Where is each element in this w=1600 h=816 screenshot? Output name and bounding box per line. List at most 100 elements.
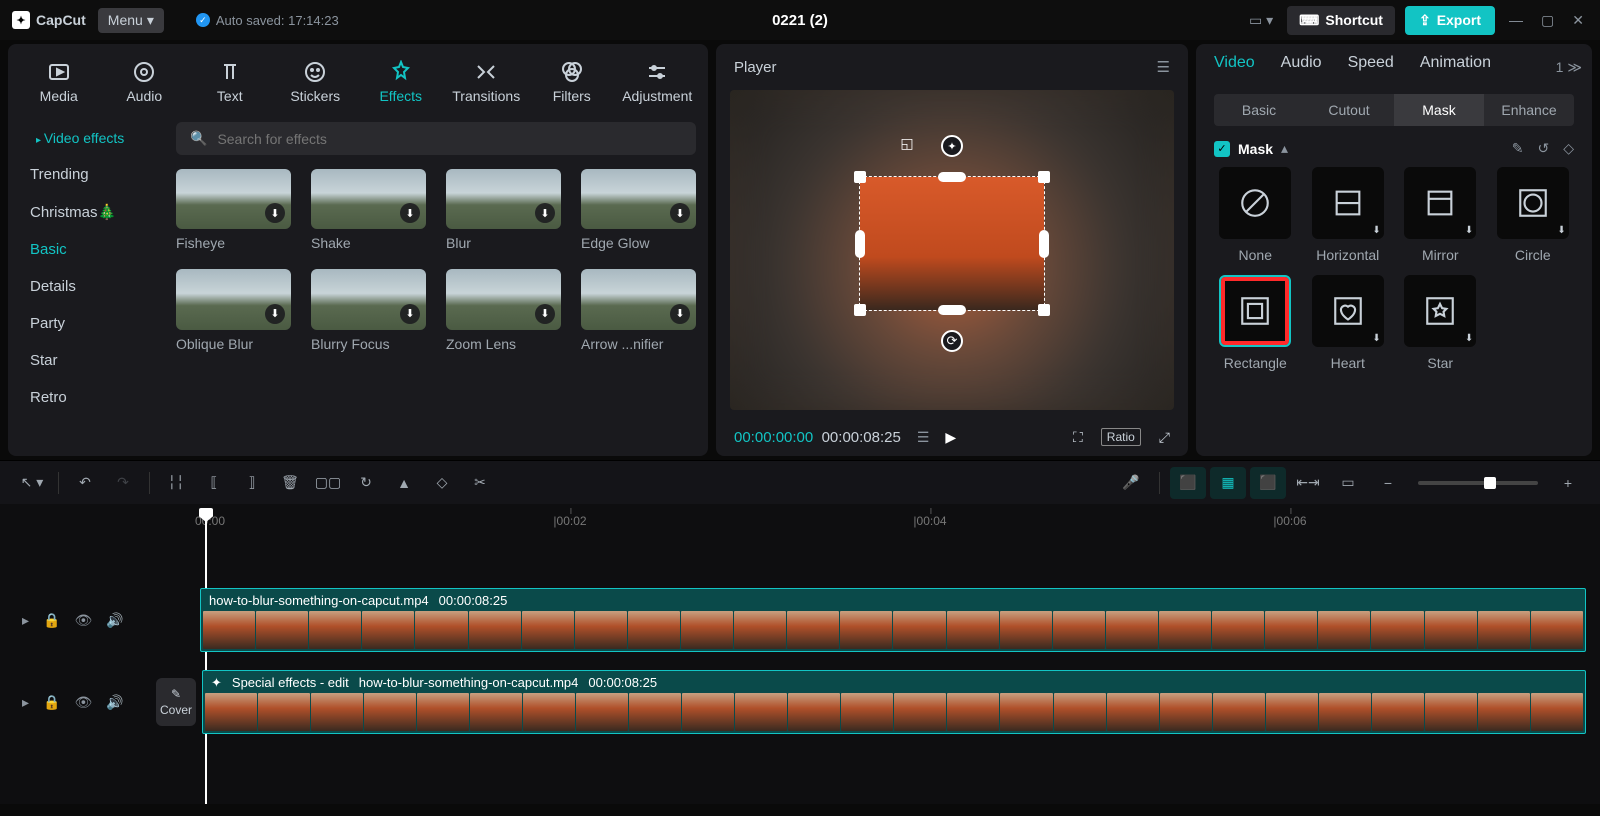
mask-mirror[interactable]: ⬇Mirror <box>1399 167 1482 263</box>
handle-left[interactable] <box>855 230 865 258</box>
lock-icon[interactable]: 🔒 <box>43 612 60 629</box>
magnet-button[interactable]: ⬛ <box>1170 467 1206 499</box>
effect-fisheye[interactable]: Fisheye <box>176 169 291 251</box>
search-effects[interactable]: 🔍 <box>176 122 696 155</box>
tab-audio[interactable]: Audio <box>102 52 188 112</box>
eye-icon[interactable]: 👁 <box>74 612 92 629</box>
mask-heart[interactable]: ⬇Heart <box>1307 275 1390 371</box>
clip-effect[interactable]: ✦Special effects - edithow-to-blur-somet… <box>202 670 1586 734</box>
close-button[interactable]: ✕ <box>1568 8 1588 33</box>
seg-basic[interactable]: Basic <box>1214 94 1304 126</box>
mask-none[interactable]: None <box>1214 167 1297 263</box>
zoom-out-button[interactable]: − <box>1370 467 1406 499</box>
redo-button[interactable]: ↷ <box>105 467 141 499</box>
edit-icon[interactable]: ✎ <box>1512 140 1524 157</box>
trim-right-button[interactable]: ⟧ <box>234 467 270 499</box>
collapse-icon[interactable]: ▴ <box>1281 140 1288 157</box>
mirror-button[interactable]: ▲ <box>386 467 422 499</box>
handle-right[interactable] <box>1039 230 1049 258</box>
zoom-slider[interactable] <box>1418 481 1538 485</box>
effect-shake[interactable]: Shake <box>311 169 426 251</box>
player-menu-icon[interactable]: ☰ <box>1157 58 1170 76</box>
select-tool[interactable]: ↖ ▾ <box>14 467 50 499</box>
tab-stickers[interactable]: Stickers <box>273 52 359 112</box>
preview-canvas[interactable]: ◱ ✦ ⟳ <box>730 90 1174 410</box>
seg-enhance[interactable]: Enhance <box>1484 94 1574 126</box>
handle-tl[interactable] <box>854 171 866 183</box>
cat-retro[interactable]: Retro <box>8 379 164 416</box>
shortcut-button[interactable]: ⌨ Shortcut <box>1287 6 1395 35</box>
fullscreen-icon[interactable]: ⤢ <box>1159 429 1170 446</box>
menu-button[interactable]: Menu ▾ <box>98 8 164 33</box>
seg-mask[interactable]: Mask <box>1394 94 1484 126</box>
cat-christmas[interactable]: Christmas🎄 <box>8 193 164 231</box>
speed-button[interactable]: ↻ <box>348 467 384 499</box>
mask-horizontal[interactable]: ⬇Horizontal <box>1307 167 1390 263</box>
list-icon[interactable]: ☰ <box>917 429 930 446</box>
mask-selection[interactable]: ◱ ✦ ⟳ <box>859 176 1045 310</box>
reset-icon[interactable]: ↺ <box>1537 140 1549 157</box>
cat-star[interactable]: Star <box>8 342 164 379</box>
rotate-button[interactable]: ◇ <box>424 467 460 499</box>
preview-mode[interactable]: ▭ <box>1330 467 1366 499</box>
tab-video[interactable]: Video <box>1214 54 1255 80</box>
align-button[interactable]: ⇤⇥ <box>1290 467 1326 499</box>
ratio-button[interactable]: Ratio <box>1101 428 1141 446</box>
mask-circle[interactable]: ⬇Circle <box>1492 167 1575 263</box>
lock-icon[interactable]: 🔒 <box>43 694 60 711</box>
effect-zoom-lens[interactable]: Zoom Lens <box>446 269 561 351</box>
tab-media[interactable]: Media <box>16 52 102 112</box>
tab-animation[interactable]: Animation <box>1420 54 1491 80</box>
minimize-button[interactable]: — <box>1505 8 1527 32</box>
maximize-button[interactable]: ▢ <box>1537 8 1558 33</box>
timeline[interactable]: 00:00 |00:02 |00:04 |00:06 ▸ 🔒 👁 🔊 how-t… <box>0 504 1600 804</box>
mask-rectangle[interactable]: Rectangle <box>1214 275 1297 371</box>
undo-button[interactable]: ↶ <box>67 467 103 499</box>
tab-audio-insp[interactable]: Audio <box>1281 54 1322 80</box>
track-expand-icon[interactable]: ▸ <box>22 694 29 711</box>
handle-top[interactable] <box>938 172 966 182</box>
mask-star[interactable]: ⬇Star <box>1399 275 1482 371</box>
link-button[interactable]: ▦ <box>1210 467 1246 499</box>
export-button[interactable]: ⇪ Export <box>1405 6 1495 35</box>
tab-speed[interactable]: Speed <box>1348 54 1394 80</box>
duplicate-button[interactable]: ▢▢ <box>310 467 346 499</box>
effect-blur[interactable]: Blur <box>446 169 561 251</box>
handle-bl[interactable] <box>854 304 866 316</box>
keyframe-icon[interactable]: ◇ <box>1563 140 1574 157</box>
trim-left-button[interactable]: ⟦ <box>196 467 232 499</box>
clip-main[interactable]: how-to-blur-something-on-capcut.mp400:00… <box>200 588 1586 652</box>
cat-details[interactable]: Details <box>8 268 164 305</box>
crop-button[interactable]: ✂ <box>462 467 498 499</box>
mask-enabled-checkbox[interactable]: ✓ <box>1214 141 1230 157</box>
cat-basic[interactable]: Basic <box>8 231 164 268</box>
cover-button[interactable]: ✎ Cover <box>156 678 196 726</box>
tab-adjustment[interactable]: Adjustment <box>615 52 701 112</box>
tab-effects[interactable]: Effects <box>358 52 444 112</box>
focus-icon[interactable]: ⛶ <box>1073 429 1083 446</box>
tab-transitions[interactable]: Transitions <box>444 52 530 112</box>
mute-icon[interactable]: 🔊 <box>106 694 123 711</box>
seg-cutout[interactable]: Cutout <box>1304 94 1394 126</box>
mic-button[interactable]: 🎤 <box>1113 467 1149 499</box>
tabs-more[interactable]: 1 ≫ <box>1556 59 1582 76</box>
tab-text[interactable]: Text <box>187 52 273 112</box>
cat-trending[interactable]: Trending <box>8 156 164 193</box>
handle-bottom[interactable] <box>938 305 966 315</box>
layout-button[interactable]: ▭ ▾ <box>1245 8 1277 33</box>
effect-arrow-magnifier[interactable]: Arrow ...nifier <box>581 269 696 351</box>
track-expand-icon[interactable]: ▸ <box>22 612 29 629</box>
split-button[interactable]: ╎╎ <box>158 467 194 499</box>
handle-br[interactable] <box>1038 304 1050 316</box>
eye-icon[interactable]: 👁 <box>74 694 92 711</box>
feather-icon[interactable]: ✦ <box>941 135 963 157</box>
rotate-icon[interactable]: ⟳ <box>941 330 963 352</box>
effect-oblique-blur[interactable]: Oblique Blur <box>176 269 291 351</box>
play-button[interactable]: ▶ <box>945 429 956 446</box>
snap-button[interactable]: ⬛ <box>1250 467 1286 499</box>
delete-button[interactable]: 🗑 <box>272 467 308 499</box>
time-ruler[interactable]: 00:00 |00:02 |00:04 |00:06 <box>200 508 1600 538</box>
handle-tr[interactable] <box>1038 171 1050 183</box>
playhead[interactable] <box>205 510 207 804</box>
cat-video-effects[interactable]: Video effects <box>8 120 164 156</box>
